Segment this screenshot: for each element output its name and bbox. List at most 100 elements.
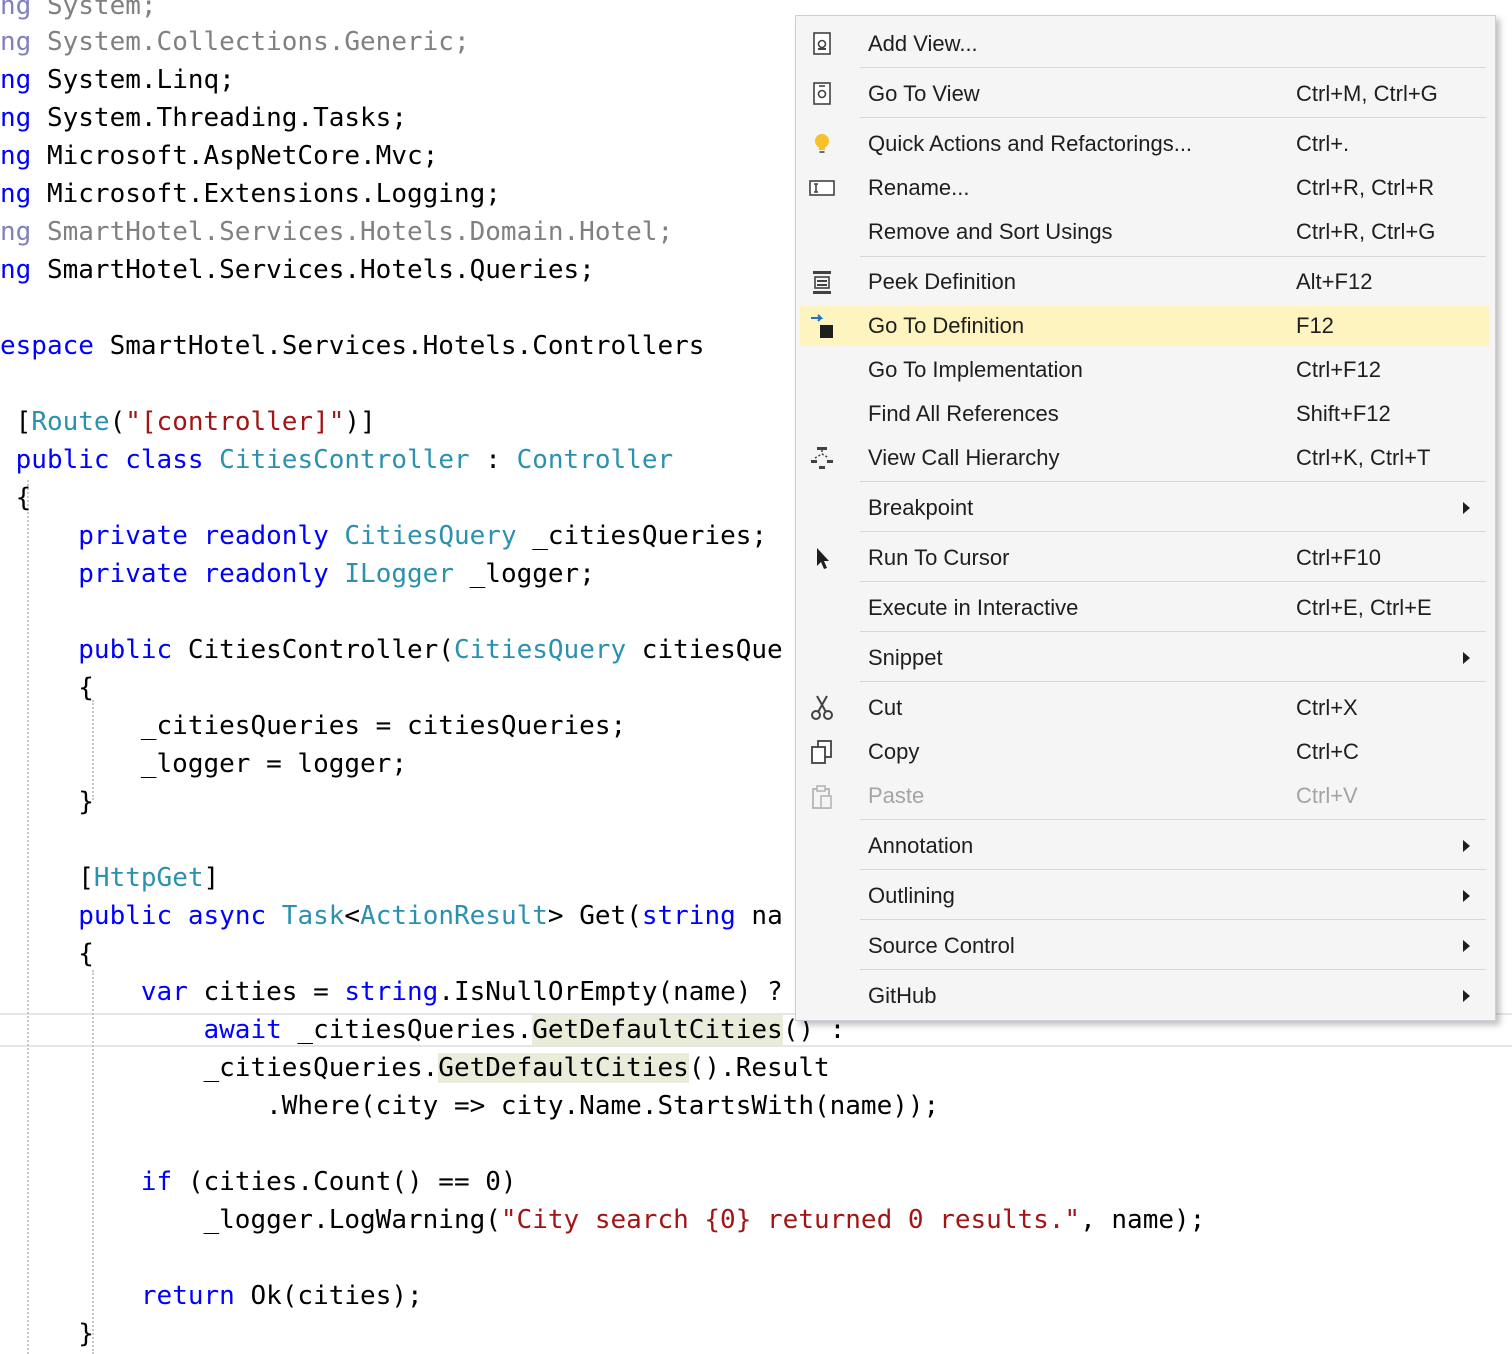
- menu-item-execute-in-interactive[interactable]: Execute in Interactive Ctrl+E, Ctrl+E: [800, 588, 1490, 628]
- code-line[interactable]: private readonly ILogger _logger;: [0, 555, 595, 593]
- menu-item-label: Paste: [868, 783, 925, 808]
- code-token: _citiesQueries;: [516, 521, 768, 551]
- menu-item-shortcut: Ctrl+K, Ctrl+T: [1296, 445, 1431, 470]
- menu-separator: [860, 117, 1486, 118]
- code-line[interactable]: public class CitiesController : Controll…: [0, 441, 673, 479]
- menu-item-label: Peek Definition: [868, 269, 1016, 294]
- code-token: ActionResult: [360, 901, 548, 931]
- code-line[interactable]: [Route("[controller]")]: [0, 403, 376, 441]
- code-token: Microsoft.Extensions.Logging;: [31, 179, 501, 209]
- code-token: ng: [0, 255, 32, 285]
- menu-item-go-to-implementation[interactable]: Go To Implementation Ctrl+F12: [800, 350, 1490, 390]
- code-line[interactable]: [HttpGet]: [0, 859, 219, 897]
- code-token: return: [140, 1281, 235, 1311]
- menu-item-github[interactable]: GitHub: [800, 976, 1490, 1016]
- code-line[interactable]: if (cities.Count() == 0): [0, 1163, 517, 1201]
- menu-item-shortcut: Ctrl+F12: [1296, 357, 1381, 382]
- code-line[interactable]: }: [0, 783, 94, 821]
- code-line[interactable]: ng System.Threading.Tasks;: [0, 99, 407, 137]
- menu-item-shortcut: F12: [1296, 313, 1334, 338]
- menu-item-remove-and-sort-usings[interactable]: Remove and Sort Usings Ctrl+R, Ctrl+G: [800, 212, 1490, 252]
- code-token: Task: [281, 901, 345, 931]
- code-token: public: [78, 901, 173, 931]
- code-line[interactable]: {: [0, 669, 94, 707]
- code-line[interactable]: ng Microsoft.AspNetCore.Mvc;: [0, 137, 438, 175]
- code-token: System.Collections.Generic;: [31, 27, 470, 57]
- code-token: _logger;: [453, 559, 595, 589]
- menu-item-run-to-cursor[interactable]: Run To Cursor Ctrl+F10: [800, 538, 1490, 578]
- code-line[interactable]: .Where(city => city.Name.StartsWith(name…: [0, 1087, 939, 1125]
- code-line[interactable]: private readonly CitiesQuery _citiesQuer…: [0, 517, 767, 555]
- code-token: .Where(city => city.Name.StartsWith(name…: [0, 1091, 940, 1121]
- menu-item-label: Outlining: [868, 883, 955, 908]
- code-line[interactable]: _logger = logger;: [0, 745, 407, 783]
- code-token: [: [0, 863, 94, 893]
- code-line[interactable]: public CitiesController(CitiesQuery citi…: [0, 631, 782, 669]
- code-token: SmartHotel.Services.Hotels.Queries;: [31, 255, 595, 285]
- code-line[interactable]: ng Microsoft.Extensions.Logging;: [0, 175, 501, 213]
- code-line[interactable]: ng SmartHotel.Services.Hotels.Queries;: [0, 251, 595, 289]
- code-line[interactable]: _logger.LogWarning("City search {0} retu…: [0, 1201, 1205, 1239]
- menu-item-find-all-references[interactable]: Find All References Shift+F12: [800, 394, 1490, 434]
- menu-item-add-view[interactable]: Add View...: [800, 24, 1490, 64]
- menu-item-shortcut: Ctrl+F10: [1296, 545, 1381, 570]
- menu-item-cut[interactable]: Cut Ctrl+X: [800, 688, 1490, 728]
- code-token: > Get(: [547, 901, 642, 931]
- menu-item-snippet[interactable]: Snippet: [800, 638, 1490, 678]
- add-view-icon: [808, 30, 836, 58]
- code-line[interactable]: espace SmartHotel.Services.Hotels.Contro…: [0, 327, 704, 365]
- code-line[interactable]: return Ok(cities);: [0, 1277, 423, 1315]
- code-token: System.Threading.Tasks;: [31, 103, 407, 133]
- menu-item-paste[interactable]: Paste Ctrl+V: [800, 776, 1490, 816]
- menu-item-rename[interactable]: Rename... Ctrl+R, Ctrl+R: [800, 168, 1490, 208]
- code-line[interactable]: {: [0, 935, 94, 973]
- menu-separator: [860, 256, 1486, 257]
- menu-item-go-to-definition[interactable]: Go To Definition F12: [800, 306, 1490, 346]
- code-line[interactable]: ng System;: [0, 0, 157, 25]
- menu-item-shortcut: Alt+F12: [1296, 269, 1373, 294]
- code-token: cities =: [187, 977, 345, 1007]
- menu-item-annotation[interactable]: Annotation: [800, 826, 1490, 866]
- code-line[interactable]: ng System.Linq;: [0, 61, 235, 99]
- menu-item-shortcut: Ctrl+R, Ctrl+G: [1296, 219, 1436, 244]
- code-token: ng: [0, 103, 32, 133]
- menu-item-label: Breakpoint: [868, 495, 974, 520]
- menu-item-shortcut: Ctrl+C: [1296, 739, 1359, 764]
- menu-item-copy[interactable]: Copy Ctrl+C: [800, 732, 1490, 772]
- code-line[interactable]: _citiesQueries.GetDefaultCities().Result: [0, 1049, 830, 1087]
- code-line[interactable]: var cities = string.IsNullOrEmpty(name) …: [0, 973, 783, 1011]
- code-token: GetDefaultCities: [438, 1053, 689, 1083]
- code-token: , name);: [1080, 1205, 1206, 1235]
- code-line[interactable]: {: [0, 479, 32, 517]
- code-token: CitiesController: [219, 445, 470, 475]
- code-line[interactable]: ng System.Collections.Generic;: [0, 23, 470, 61]
- code-token: public: [78, 635, 173, 665]
- code-line[interactable]: }: [0, 1315, 94, 1353]
- code-line[interactable]: public async Task<ActionResult> Get(stri…: [0, 897, 783, 935]
- menu-item-label: Rename...: [868, 175, 970, 200]
- menu-item-breakpoint[interactable]: Breakpoint: [800, 488, 1490, 528]
- code-line[interactable]: await _citiesQueries.GetDefaultCities() …: [0, 1011, 845, 1049]
- code-token: "[controller]": [125, 407, 345, 437]
- code-token: GetDefaultCities: [532, 1015, 783, 1045]
- code-token: [: [0, 407, 32, 437]
- menu-item-label: Source Control: [868, 933, 1015, 958]
- submenu-arrow-icon: [1463, 652, 1470, 664]
- code-line[interactable]: _citiesQueries = citiesQueries;: [0, 707, 626, 745]
- code-line[interactable]: ng SmartHotel.Services.Hotels.Domain.Hot…: [0, 213, 673, 251]
- menu-item-outlining[interactable]: Outlining: [800, 876, 1490, 916]
- menu-item-source-control[interactable]: Source Control: [800, 926, 1490, 966]
- code-token: await: [203, 1015, 282, 1045]
- code-token: ().Result: [688, 1053, 830, 1083]
- menu-item-peek-definition[interactable]: Peek Definition Alt+F12: [800, 262, 1490, 302]
- menu-item-go-to-view[interactable]: Go To View Ctrl+M, Ctrl+G: [800, 74, 1490, 114]
- menu-item-quick-actions-and-refactorings[interactable]: Quick Actions and Refactorings... Ctrl+.: [800, 124, 1490, 164]
- code-token: na: [735, 901, 783, 931]
- menu-item-view-call-hierarchy[interactable]: View Call Hierarchy Ctrl+K, Ctrl+T: [800, 438, 1490, 478]
- code-token: {: [0, 673, 94, 703]
